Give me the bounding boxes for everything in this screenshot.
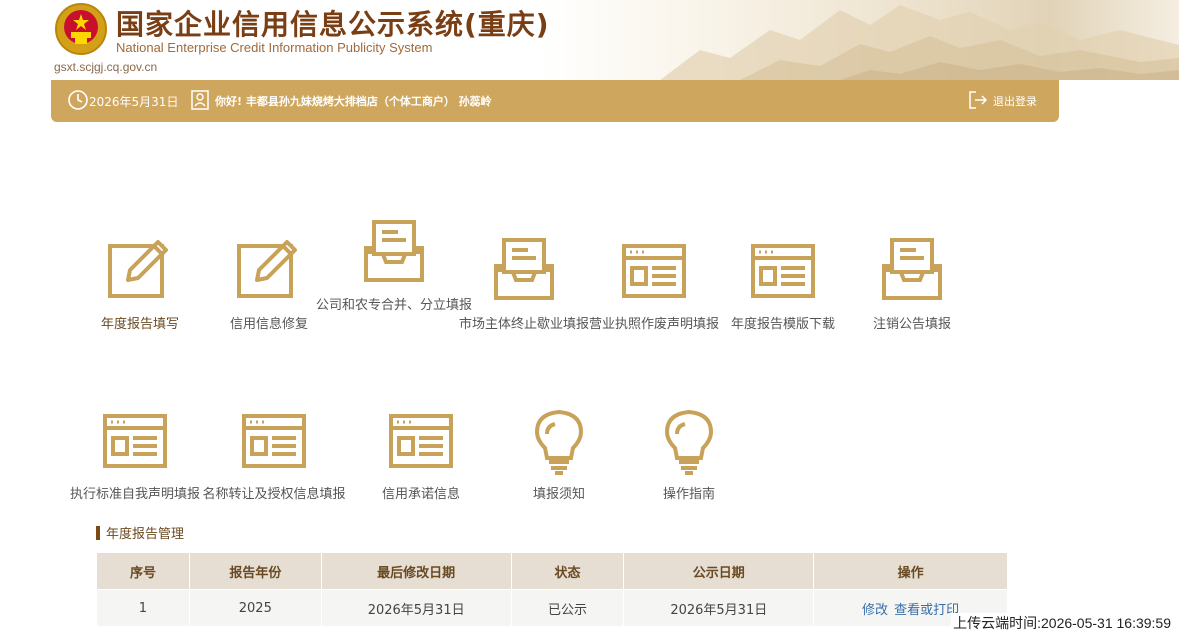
tile-label: 公司和农专合并、分立填报 xyxy=(315,298,472,313)
browser-icon xyxy=(101,410,169,478)
user-greeting: 你好! 丰都县孙九妹烧烤大排档店（个体工商户） 孙蕊岭 xyxy=(215,95,492,108)
tile-label: 注销公告填报 xyxy=(872,317,951,332)
annual-report-table: 序号 报告年份 最后修改日期 状态 公示日期 操作 1 2025 2026年5月… xyxy=(96,552,1008,627)
pencil-icon xyxy=(235,236,303,304)
cell-index: 1 xyxy=(96,589,190,627)
user-id-icon xyxy=(190,89,210,114)
cell-year: 2025 xyxy=(188,589,322,627)
browser-icon xyxy=(240,410,308,478)
top-info-bar: 2026年5月31日 你好! 丰都县孙九妹烧烤大排档店（个体工商户） 孙蕊岭 退… xyxy=(51,80,1059,122)
site-domain: gsxt.scjgj.cq.gov.cn xyxy=(54,60,158,74)
site-subtitle: National Enterprise Credit Information P… xyxy=(116,40,433,55)
cell-modified: 2026年5月31日 xyxy=(320,589,512,627)
table-header-row: 序号 报告年份 最后修改日期 状态 公示日期 操作 xyxy=(96,552,1008,590)
col-header: 状态 xyxy=(510,552,625,590)
lightbulb-icon xyxy=(525,408,593,476)
cell-published: 2026年5月31日 xyxy=(623,589,815,627)
logout-icon[interactable] xyxy=(967,89,989,114)
lightbulb-icon xyxy=(655,408,723,476)
col-header: 操作 xyxy=(813,552,1008,590)
view-print-link[interactable]: 查看或打印 xyxy=(894,603,959,618)
page-header: 国家企业信用信息公示系统(重庆) National Enterprise Cre… xyxy=(0,0,1179,80)
section-marker xyxy=(96,525,100,540)
browser-icon xyxy=(387,410,455,478)
inbox-icon xyxy=(878,236,946,304)
pencil-icon xyxy=(106,236,174,304)
col-header: 公示日期 xyxy=(623,552,815,590)
browser-icon xyxy=(749,236,817,304)
mountain-banner-image xyxy=(540,0,1179,80)
national-emblem-icon xyxy=(54,2,108,56)
upload-timestamp: 上传云端时间:2026-05-31 16:39:59 xyxy=(951,613,1173,633)
tile-label: 执行标准自我声明填报 xyxy=(69,487,200,502)
inbox-icon xyxy=(490,236,558,304)
inbox-icon xyxy=(360,218,428,286)
current-date: 2026年5月31日 xyxy=(89,94,179,109)
tile-label: 名称转让及授权信息填报 xyxy=(202,487,346,502)
clock-icon xyxy=(67,89,89,114)
section-title-text: 年度报告管理 xyxy=(106,527,185,542)
section-title: 年度报告管理 xyxy=(96,523,184,542)
cell-status: 已公示 xyxy=(510,589,625,627)
col-header: 最后修改日期 xyxy=(320,552,512,590)
edit-link[interactable]: 修改 xyxy=(862,603,888,618)
logout-button[interactable]: 退出登录 xyxy=(993,80,1037,122)
tile-label: 操作指南 xyxy=(662,487,715,502)
col-header: 报告年份 xyxy=(188,552,322,590)
tile-label: 信用承诺信息 xyxy=(381,487,460,502)
col-header: 序号 xyxy=(96,552,190,590)
browser-icon xyxy=(620,236,688,304)
site-title: 国家企业信用信息公示系统(重庆) xyxy=(116,8,550,41)
tile-label: 信用信息修复 xyxy=(229,317,308,332)
table-row: 1 2025 2026年5月31日 已公示 2026年5月31日 修改 查看或打… xyxy=(96,589,1008,627)
